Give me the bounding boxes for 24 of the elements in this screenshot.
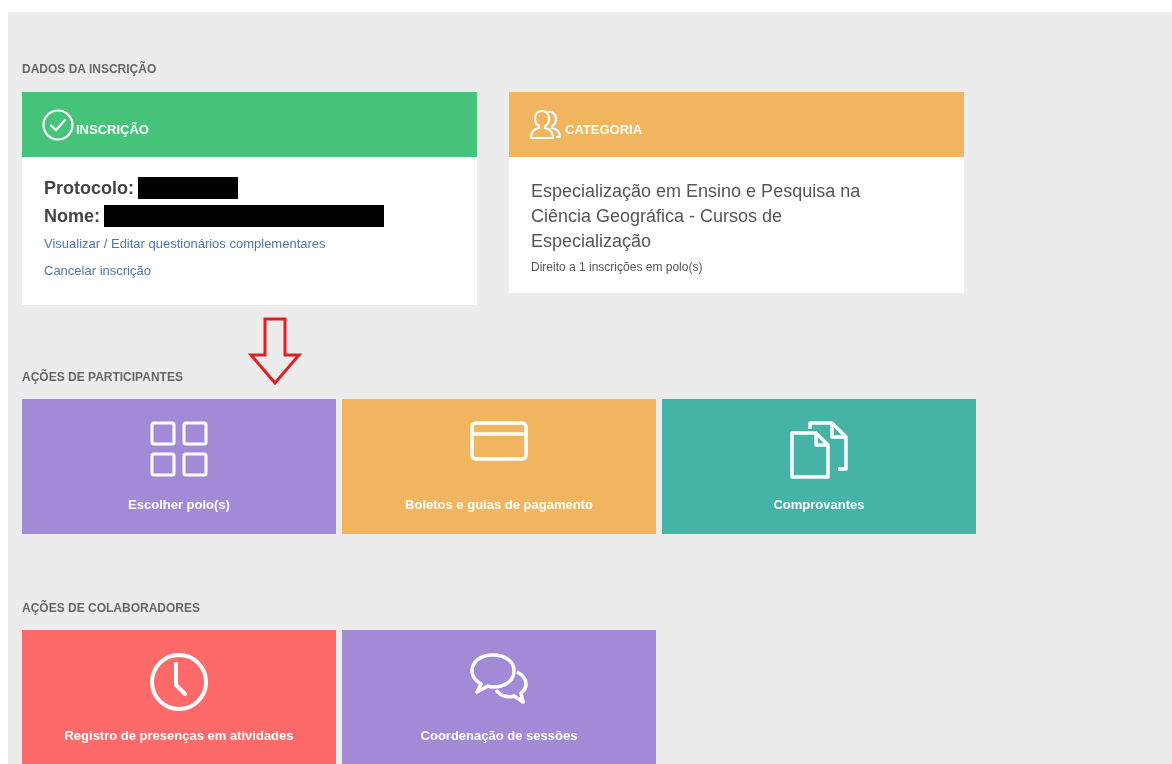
card-title: INSCRIÇÃO: [76, 122, 149, 137]
grid-icon: [150, 421, 208, 477]
action-tile[interactable]: Comprovantes: [662, 399, 976, 534]
section-heading: AÇÕES DE PARTICIPANTES: [22, 370, 183, 384]
field-label: Protocolo:: [44, 177, 134, 199]
documents-icon: [790, 421, 848, 479]
action-tile[interactable]: Boletos e guias de pagamento: [342, 399, 656, 534]
link[interactable]: Cancelar inscrição: [44, 263, 151, 278]
action-tile[interactable]: Escolher polo(s): [22, 399, 336, 534]
action-tile[interactable]: Registro de presenças em atividades: [22, 630, 336, 764]
check-circle-icon: [42, 108, 74, 141]
clock-icon: [149, 652, 209, 712]
action-tile[interactable]: Coordenação de sessões: [342, 630, 656, 764]
category-name: Especialização em Ensino e Pesquisa na Ciência Geográfica - Cursos de Especialização: [531, 180, 862, 253]
category-note: Direito a 1 inscrições em polo(s): [531, 260, 703, 274]
section-heading: AÇÕES DE COLABORADORES: [22, 601, 200, 615]
chat-icon: [469, 652, 529, 706]
field-label: Nome:: [44, 205, 100, 227]
card-title: CATEGORIA: [565, 122, 643, 137]
users-icon: [529, 108, 563, 141]
credit-card-icon: [470, 421, 528, 461]
section-heading: DADOS DA INSCRIÇÃO: [22, 62, 157, 76]
link[interactable]: Visualizar / Editar questionários complementares: [44, 236, 326, 251]
down-arrow-icon: [248, 317, 302, 385]
